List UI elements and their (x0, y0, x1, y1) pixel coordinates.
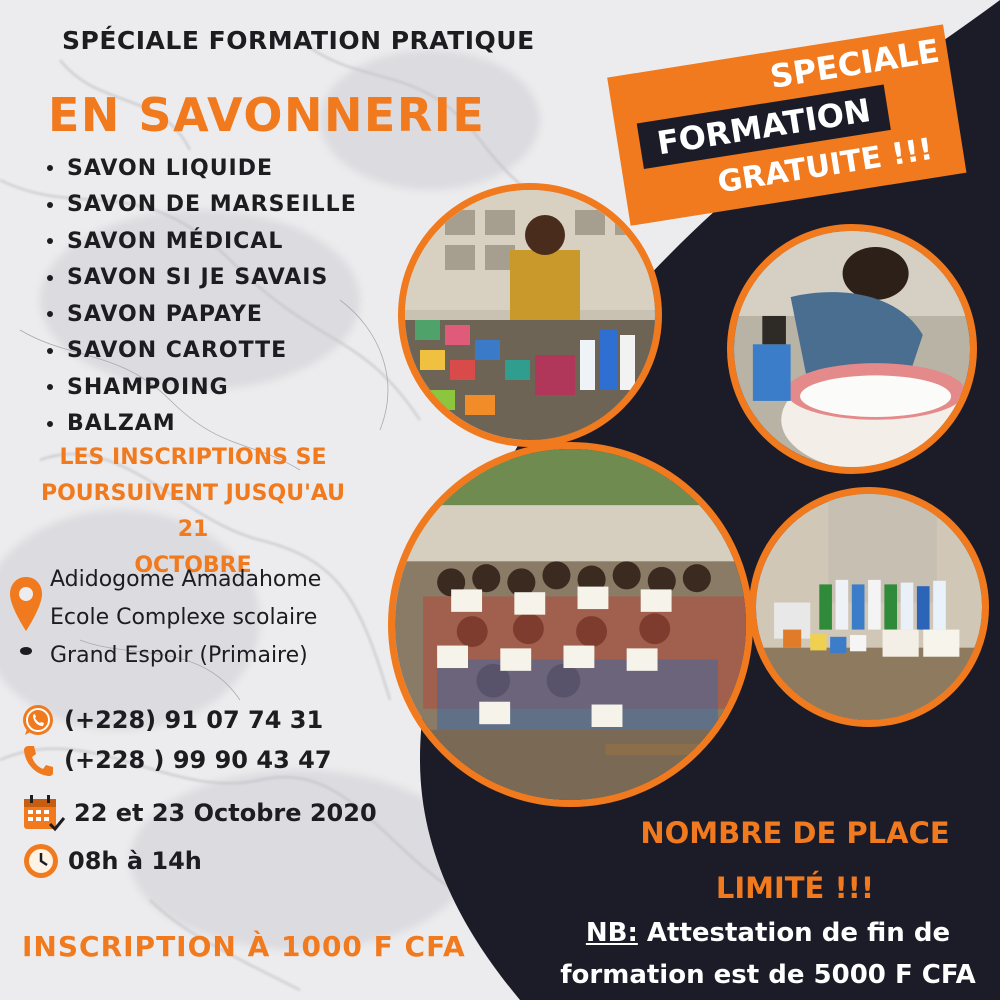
product-list: SAVON LIQUIDE SAVON DE MARSEILLE SAVON M… (44, 150, 357, 442)
clock-icon (24, 844, 58, 878)
note-text: formation est de 5000 F CFA (560, 960, 976, 990)
photo-graduates-group (388, 442, 753, 807)
phone-icon (24, 746, 53, 776)
phone-call[interactable]: (+228 ) 99 90 43 47 (20, 742, 332, 778)
phone-whatsapp[interactable]: (+228) 91 07 74 31 (20, 702, 323, 738)
main-title: EN SAVONNERIE (48, 88, 486, 142)
event-date: 22 et 23 Octobre 2020 (22, 794, 377, 832)
list-item: SAVON LIQUIDE (44, 150, 357, 187)
note: NB: Attestation de fin de formation est … (548, 912, 988, 996)
calendar-icon (24, 795, 66, 832)
photo-soap-mixing (727, 224, 977, 474)
list-item: SAVON PAPAYE (44, 296, 357, 333)
list-item: SAVON SI JE SAVAIS (44, 260, 357, 297)
top-title: SPÉCIALE FORMATION PRATIQUE (62, 26, 535, 55)
note-text: Attestation de fin de (637, 918, 951, 948)
photo-soap-products (749, 487, 989, 727)
list-item: SAVON MÉDICAL (44, 223, 357, 260)
whatsapp-icon (23, 705, 53, 735)
list-item: SHAMPOING (44, 369, 357, 406)
list-item: BALZAM (44, 406, 357, 443)
address: Adidogome Amadahome Ecole Complexe scola… (50, 567, 322, 668)
event-hours: 08h à 14h (22, 842, 202, 880)
list-item: SAVON CAROTTE (44, 333, 357, 370)
note-label: NB: (585, 918, 638, 948)
photo-vendor-products (398, 183, 662, 447)
list-item: SAVON DE MARSEILLE (44, 187, 357, 224)
limited-places: NOMBRE DE PLACE LIMITÉ !!! (640, 816, 950, 905)
inscription-fee: INSCRIPTION À 1000 F CFA (22, 930, 466, 963)
location-pin-icon (10, 577, 42, 655)
